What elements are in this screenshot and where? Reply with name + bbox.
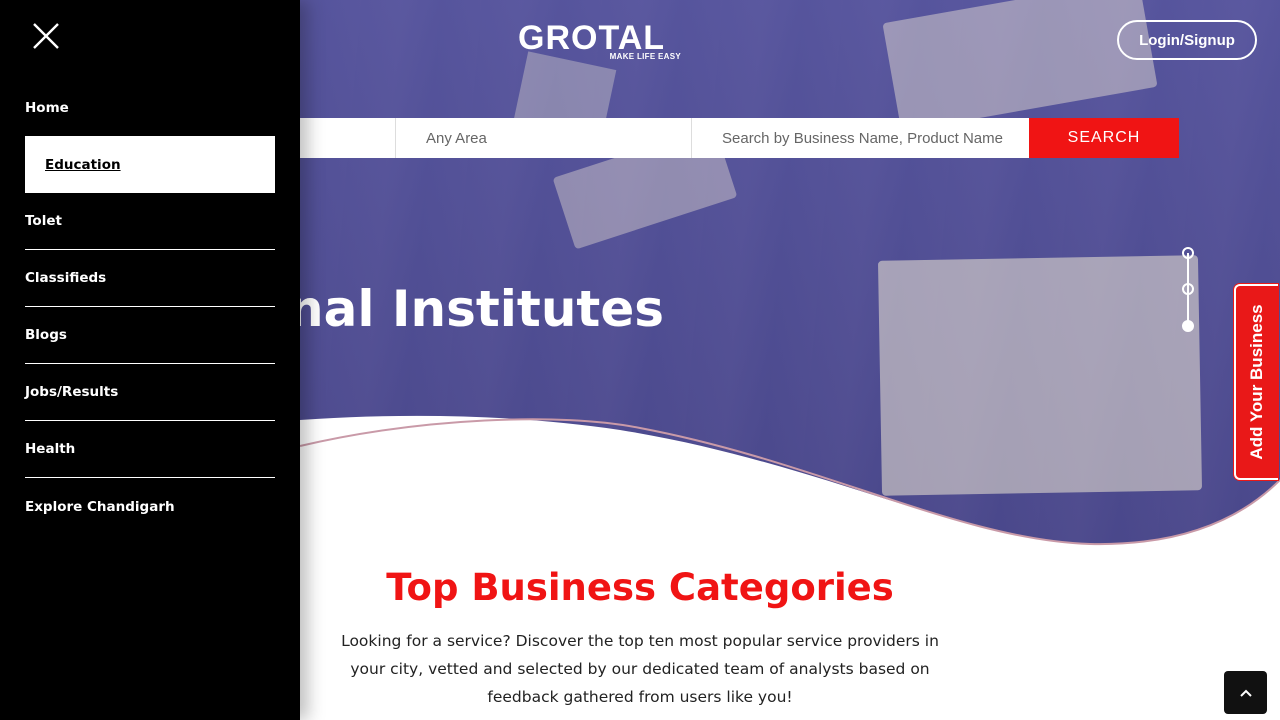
slider-dot-3[interactable] — [1182, 320, 1194, 332]
chevron-up-icon — [1239, 689, 1252, 697]
login-signup-button[interactable]: Login/Signup — [1117, 20, 1257, 60]
search-button[interactable]: SEARCH — [1029, 118, 1179, 158]
sidebar-menu: Home Education Tolet Classifieds Blogs J… — [0, 0, 300, 720]
add-your-business-label: Add Your Business — [1247, 304, 1266, 460]
slider-dot-1[interactable] — [1182, 247, 1194, 259]
close-icon — [33, 23, 59, 49]
sidebar-item-classifieds[interactable]: Classifieds — [25, 250, 275, 307]
sidebar-item-blogs[interactable]: Blogs — [25, 307, 275, 364]
sidebar-item-explore-chandigarh[interactable]: Explore Chandigarh — [25, 478, 275, 535]
slider-dot-2[interactable] — [1182, 283, 1194, 295]
sidebar-item-home[interactable]: Home — [25, 79, 275, 136]
close-menu-button[interactable] — [28, 18, 64, 54]
sidebar-item-health[interactable]: Health — [25, 421, 275, 478]
sidebar-item-tolet[interactable]: Tolet — [25, 193, 275, 250]
search-area-input[interactable] — [395, 118, 691, 158]
section-description: Looking for a service? Discover the top … — [341, 632, 939, 706]
add-your-business-tab[interactable]: Add Your Business — [1234, 284, 1278, 480]
scroll-to-top-button[interactable] — [1224, 671, 1267, 714]
sidebar-item-jobs-results[interactable]: Jobs/Results — [25, 364, 275, 421]
hero-title: Educational Institutes — [300, 278, 720, 340]
sidebar-item-education[interactable]: Education — [25, 136, 275, 193]
slider-dots — [1182, 247, 1194, 333]
section-title: Top Business Categories — [386, 566, 894, 609]
logo-text: GROTAL — [518, 19, 666, 57]
search-business-input[interactable] — [691, 118, 1029, 158]
logo-tagline: MAKE LIFE EASY — [609, 52, 681, 61]
grotal-logo[interactable]: GROTAL MAKE LIFE EASY — [518, 20, 683, 62]
sidebar-menu-list: Home Education Tolet Classifieds Blogs J… — [25, 79, 275, 535]
hero-title-text: Educational Institutes — [300, 280, 664, 338]
